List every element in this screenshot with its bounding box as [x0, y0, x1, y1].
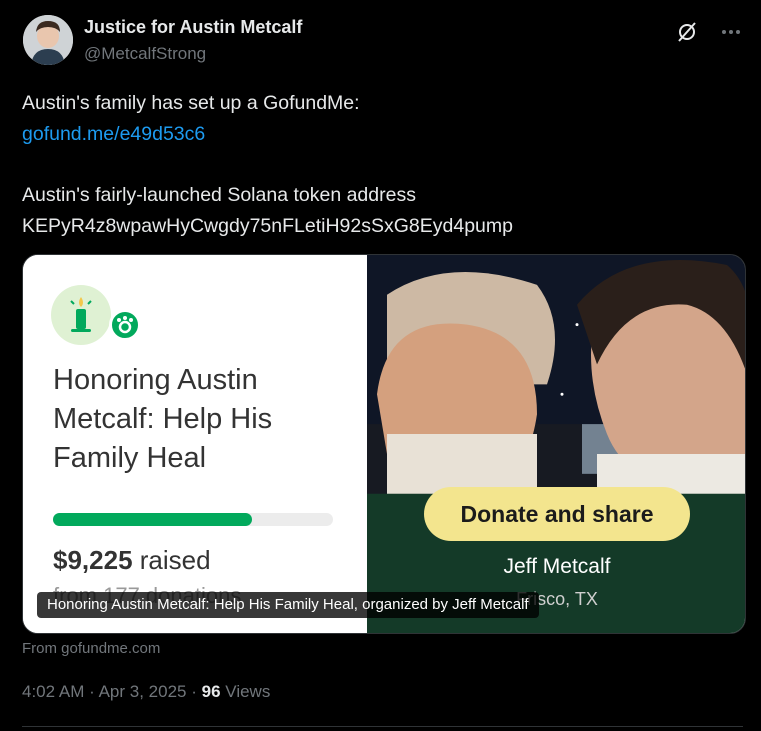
- tweet-meta: 4:02 AM · Apr 3, 2025 · 96 Views: [22, 682, 270, 702]
- views-count: 96: [201, 682, 221, 701]
- author-avatar[interactable]: [23, 15, 73, 65]
- donate-and-share-button[interactable]: Donate and share: [424, 487, 690, 541]
- more-icon[interactable]: [719, 20, 743, 44]
- card-source[interactable]: From gofundme.com: [22, 640, 160, 657]
- divider: [22, 726, 743, 727]
- link-preview-card[interactable]: Honoring Austin Metcalf: Help His Family…: [22, 254, 746, 634]
- tweet-top-actions: [675, 20, 743, 44]
- progress-fill: [53, 513, 252, 526]
- meta-separator: ·: [89, 682, 95, 701]
- campaign-title: Honoring Austin Metcalf: Help His Family…: [53, 364, 273, 474]
- token-address: KEPyR4z8wpawHyCwgdy75nFLetiH92sSxG8Eyd4p…: [22, 215, 513, 237]
- card-caption: Honoring Austin Metcalf: Help His Family…: [37, 592, 539, 618]
- gofundme-link[interactable]: gofund.me/e49d53c6: [22, 119, 737, 150]
- gofundme-badge-icon: [109, 309, 141, 341]
- raised-amount: $9,225: [53, 545, 133, 575]
- tweet-date[interactable]: Apr 3, 2025: [99, 682, 187, 701]
- avatar-image: [23, 15, 73, 65]
- author-handle[interactable]: @MetcalfStrong: [84, 43, 302, 65]
- grok-icon[interactable]: [675, 20, 699, 44]
- card-left-panel: Honoring Austin Metcalf: Help His Family…: [23, 255, 367, 633]
- raised-amount-line: $9,225 raised: [53, 545, 211, 576]
- organizer-name: Jeff Metcalf: [503, 555, 611, 578]
- card-photo-panel: Donate and share Jeff Metcalf Frisco, TX: [367, 255, 745, 633]
- tweet-time[interactable]: 4:02 AM: [22, 682, 84, 701]
- tweet-line-2: Austin's fairly-launched Solana token ad…: [22, 184, 416, 206]
- views-label: Views: [225, 682, 271, 701]
- author-name[interactable]: Justice for Austin Metcalf: [84, 16, 302, 38]
- meta-separator-2: ·: [191, 682, 197, 701]
- author-info: Justice for Austin Metcalf @MetcalfStron…: [84, 16, 302, 65]
- tweet-text: Austin's family has set up a GofundMe: g…: [22, 88, 737, 242]
- candle-icon: [51, 285, 111, 345]
- raised-label: raised: [139, 545, 211, 575]
- tweet-line-1: Austin's family has set up a GofundMe:: [22, 92, 360, 114]
- progress-bar: [53, 513, 333, 526]
